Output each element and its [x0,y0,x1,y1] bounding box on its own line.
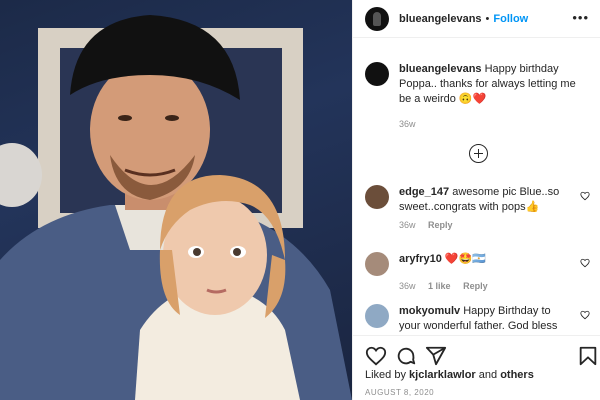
commenter-avatar[interactable] [365,185,389,209]
commenter-avatar[interactable] [365,304,389,328]
comment-heart-icon[interactable] [580,310,590,320]
photo-illustration [0,15,352,400]
post-date[interactable]: AUGUST 8, 2020 [365,388,434,397]
likes-others-link[interactable]: others [500,369,534,381]
comment-item: mokyomulv Happy Birthday to your wonderf… [365,304,590,334]
bookmark-icon[interactable] [577,345,599,367]
liked-by-user[interactable]: kjclarklawlor [409,369,476,381]
post-photo [0,0,352,400]
reply-button[interactable]: Reply [463,281,488,291]
heart-icon[interactable] [365,345,387,367]
comment-item: aryfry10 ❤️🤩🇦🇷 36w 1 like Reply [365,252,590,291]
share-icon[interactable] [425,345,447,367]
comment-text-block: aryfry10 ❤️🤩🇦🇷 [399,252,569,276]
comment-heart-icon[interactable] [580,191,590,201]
caption-avatar[interactable] [365,62,389,86]
likes-conjunction: and [478,369,498,381]
comment-time[interactable]: 36w [399,281,416,291]
comment-heart-icon[interactable] [580,258,590,268]
plus-circle-icon[interactable] [469,144,488,163]
comment-icon[interactable] [395,345,417,367]
comment-text-block: edge_147 awesome pic Blue..so sweet..con… [399,185,569,215]
author-username[interactable]: blueangelevans [399,13,482,25]
comment-text-block: mokyomulv Happy Birthday to your wonderf… [399,304,569,334]
comment-time[interactable]: 36w [399,220,416,230]
comment-username[interactable]: mokyomulv [399,305,460,317]
comment-item: edge_147 awesome pic Blue..so sweet..con… [365,185,590,230]
comment-like-count[interactable]: 1 like [428,281,451,291]
caption-username[interactable]: blueangelevans [399,63,482,75]
header-separator: • [485,12,490,25]
more-options-icon[interactable]: ••• [572,11,589,24]
comment-text: ❤️🤩🇦🇷 [444,253,486,265]
caption-text-block: blueangelevans Happy birthday Poppa.. th… [399,62,590,107]
likes-prefix: Liked by [365,369,406,381]
commenter-avatar[interactable] [365,252,389,276]
follow-button[interactable]: Follow [493,13,528,25]
caption-meta: 36w [399,119,590,129]
post-details-panel: blueangelevans • Follow ••• blueangeleva… [352,0,600,400]
post-caption: blueangelevans Happy birthday Poppa.. th… [365,62,590,129]
comment-meta: 36w Reply [399,220,590,230]
author-avatar[interactable] [365,6,389,31]
reply-button[interactable]: Reply [428,220,453,230]
comment-meta: 36w 1 like Reply [399,281,590,291]
comment-username[interactable]: aryfry10 [399,253,442,265]
caption-time[interactable]: 36w [399,119,416,129]
likes-summary: Liked by kjclarklawlor and others [365,369,534,381]
post-header: blueangelevans • Follow ••• [353,0,600,38]
comments-list[interactable]: blueangelevans Happy birthday Poppa.. th… [353,38,600,335]
comment-username[interactable]: edge_147 [399,186,449,198]
